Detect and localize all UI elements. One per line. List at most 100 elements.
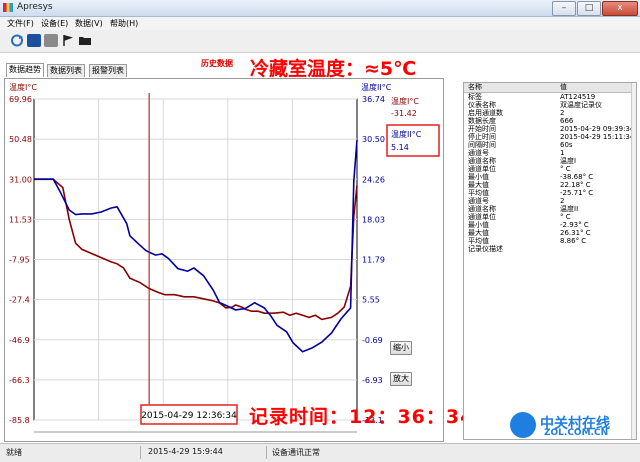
title-bar: Apresys – □ x	[0, 0, 640, 17]
menu-data[interactable]: 数据(V)	[75, 18, 103, 29]
property-name: 记录仪描述	[468, 245, 503, 253]
right-tick-label: 11.79	[362, 256, 385, 265]
status-comm: 设备通讯正常	[272, 448, 320, 457]
tab-trend[interactable]: 数据趋势	[6, 63, 44, 77]
property-value: 温度I	[560, 157, 577, 165]
property-value: 2015-04-29 15:11:34	[560, 133, 635, 141]
property-value: 26.31° C	[560, 229, 591, 237]
menu-file[interactable]: 文件(F)	[7, 18, 34, 29]
property-name: 仪表名称	[468, 101, 496, 109]
folder-icon[interactable]	[78, 34, 92, 47]
property-row[interactable]: 最小值 -38.68° C	[464, 173, 632, 181]
property-name: 间隔时间	[468, 141, 496, 149]
property-row[interactable]: 最大值 26.31° C	[464, 229, 632, 237]
zoom-in-button[interactable]: 放大	[390, 372, 412, 386]
property-name: 通道名称	[468, 205, 496, 213]
watermark-en: ZOL.COM.CN	[544, 428, 609, 438]
property-row[interactable]: 平均值 8.86° C	[464, 237, 632, 245]
property-value: ° C	[560, 165, 571, 173]
property-name: 启用通道数	[468, 109, 503, 117]
left-tick-label: 50.48	[9, 135, 32, 144]
property-name: 最小值	[468, 173, 489, 181]
left-tick-label: -46.9	[9, 336, 30, 345]
legend-ch2-name: 温度II°C	[391, 129, 422, 139]
property-value: 22.18° C	[560, 181, 591, 189]
property-value: 2015-04-29 09:39:34	[560, 125, 635, 133]
properties-scrollbar[interactable]	[631, 83, 636, 439]
right-tick-label: 36.74	[362, 95, 385, 104]
status-ready: 就绪	[6, 448, 22, 457]
header-value: 值	[560, 83, 567, 91]
property-value: AT124519	[560, 93, 596, 101]
property-row[interactable]: 开始时间 2015-04-29 09:39:34	[464, 125, 635, 133]
property-row[interactable]: 记录仪描述	[464, 245, 632, 253]
tab-data-list[interactable]: 数据列表	[47, 64, 85, 77]
property-row[interactable]: 数据长度 666	[464, 117, 632, 125]
properties-panel: 名称 值 标签 AT124519 仪表名称 双温度记录仪 启用通道数 2 数据长度 666 开始…	[463, 82, 637, 440]
minimize-button[interactable]: –	[552, 1, 576, 16]
save-icon[interactable]	[27, 34, 41, 47]
property-row[interactable]: 间隔时间 60s	[464, 141, 632, 149]
property-row[interactable]: 最小值 -2.93° C	[464, 221, 632, 229]
flag-icon[interactable]	[61, 34, 75, 47]
refresh-icon[interactable]	[10, 34, 24, 47]
zoom-out-button[interactable]: 缩小	[390, 341, 412, 355]
history-data-label: 历史数据	[201, 59, 233, 68]
property-row[interactable]: 最大值 22.18° C	[464, 181, 632, 189]
left-tick-label: -7.95	[9, 256, 30, 265]
property-name: 停止时间	[468, 133, 496, 141]
legend-ch1-name: 温度I°C	[391, 96, 419, 106]
status-divider	[266, 446, 267, 459]
watermark: 中关村在线 ZOL.COM.CN	[510, 412, 630, 440]
property-row[interactable]: 平均值 -25.71° C	[464, 189, 632, 197]
property-name: 数据长度	[468, 117, 496, 125]
left-tick-label: 31.00	[9, 175, 32, 184]
right-tick-label: 30.50	[362, 135, 385, 144]
property-row[interactable]: 标签 AT124519	[464, 93, 632, 101]
property-row[interactable]: 通道号 1	[464, 149, 632, 157]
legend-ch1-value: -31.42	[391, 109, 417, 118]
property-name: 通道单位	[468, 213, 496, 221]
app-icon	[3, 3, 13, 12]
property-name: 通道号	[468, 149, 489, 157]
property-row[interactable]: 通道号 2	[464, 197, 632, 205]
property-row[interactable]: 启用通道数 2	[464, 109, 632, 117]
property-value: 1	[560, 149, 565, 157]
left-tick-label: 69.96	[9, 95, 32, 104]
close-button[interactable]: x	[602, 1, 638, 16]
property-value: 双温度记录仪	[560, 101, 602, 109]
property-row[interactable]: 通道单位 ° C	[464, 165, 632, 173]
status-divider	[140, 446, 141, 459]
tab-alarm-list[interactable]: 报警列表	[89, 64, 127, 77]
property-row[interactable]: 通道名称 温度I	[464, 157, 632, 165]
property-value: 温度II	[560, 205, 579, 213]
properties-header: 名称 值	[464, 83, 632, 93]
property-name: 通道名称	[468, 157, 496, 165]
property-name: 通道单位	[468, 165, 496, 173]
chart-panel: 温度I°C 温度II°C 69.96 50.48 31.00 11.53 -7.95 -27.…	[4, 78, 444, 442]
property-value: 60s	[560, 141, 573, 149]
property-value: 8.86° C	[560, 237, 587, 245]
window-title: Apresys	[17, 2, 53, 12]
property-name: 最大值	[468, 181, 489, 189]
menu-help[interactable]: 帮助(H)	[110, 18, 138, 29]
property-row[interactable]: 通道名称 温度II	[464, 205, 632, 213]
left-tick-label: -66.3	[9, 376, 30, 385]
right-tick-label: -6.93	[362, 376, 383, 385]
record-time-annotation: 记录时间：12：36：34	[249, 406, 475, 428]
property-row[interactable]: 通道单位 ° C	[464, 213, 632, 221]
status-bar: 就绪 2015-4-29 15:9:44 设备通讯正常	[0, 443, 640, 462]
right-tick-label: 24.26	[362, 175, 385, 184]
property-name: 标签	[468, 93, 482, 101]
property-row[interactable]: 停止时间 2015-04-29 15:11:34	[464, 133, 635, 141]
print-icon[interactable]	[44, 34, 58, 47]
legend-ch2-value: 5.14	[391, 143, 409, 152]
menu-device[interactable]: 设备(E)	[41, 18, 68, 29]
property-name: 开始时间	[468, 125, 496, 133]
header-name: 名称	[468, 83, 482, 91]
property-row[interactable]: 仪表名称 双温度记录仪	[464, 101, 632, 109]
trend-chart[interactable]: 温度I°C 温度II°C 69.96 50.48 31.00 11.53 -7.95 -27.…	[5, 79, 443, 441]
right-tick-label: 18.03	[362, 215, 385, 224]
fridge-temp-annotation: 冷藏室温度：≈5℃	[250, 58, 417, 80]
maximize-button[interactable]: □	[577, 1, 601, 16]
